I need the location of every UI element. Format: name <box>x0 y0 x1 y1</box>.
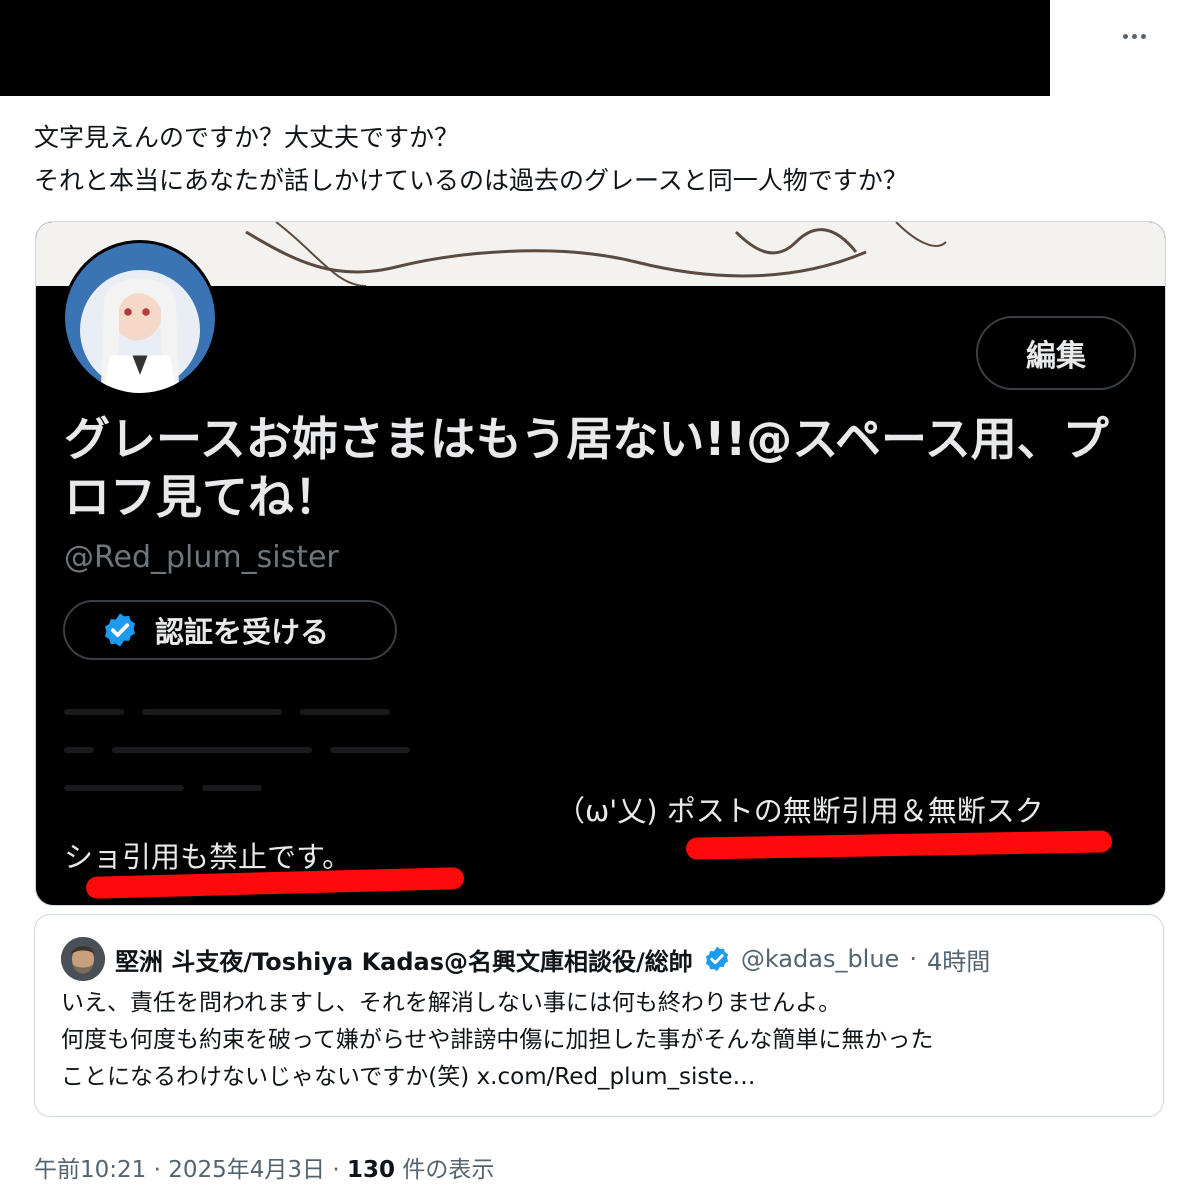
get-verified-label: 認証を受ける <box>155 615 330 649</box>
post-text-line: それと本当にあなたが話しかけているのは過去のグレースと同一人物ですか？ <box>34 166 908 195</box>
get-verified-button[interactable]: 認証を受ける <box>63 600 397 660</box>
edit-profile-button[interactable]: 編集 <box>976 316 1136 390</box>
separator-dot: · <box>332 1157 340 1183</box>
verified-badge-icon <box>705 946 728 972</box>
profile-avatar <box>62 240 218 396</box>
quoted-text-line: ことになるわけないじゃないですか(笑) x.com/Red_plum_siste… <box>61 1064 756 1090</box>
more-options-icon[interactable] <box>1112 18 1156 54</box>
obscured-bio-text <box>64 700 1124 791</box>
quoted-text-line: 何度も何度も約束を破って嫌がらせや誹謗中傷に加担した事がそんな簡単に無かった <box>61 1027 934 1053</box>
profile-handle: @Red_plum_sister <box>64 540 339 575</box>
views-label: 件の表示 <box>402 1157 495 1183</box>
profile-display-name: グレースお姉さまはもう居ない!!@スペース用、プロフ見てね！ <box>64 412 1109 524</box>
post-time[interactable]: 午前10:21 <box>34 1157 146 1183</box>
bio-text-line: ショ引用も禁止です。 <box>64 840 352 874</box>
bio-text-line: （ω'乂) ポストの無断引用＆無断スク <box>556 794 1044 828</box>
separator-dot: · <box>153 1157 161 1183</box>
view-count: 130 <box>346 1157 395 1183</box>
red-underline-mark <box>685 830 1113 860</box>
quoted-author-avatar <box>61 937 105 981</box>
post-text: 文字見えんのですか？大丈夫ですか？ それと本当にあなたが話しかけているのは過去の… <box>34 116 1164 202</box>
quoted-author-handle: @kadas_blue <box>740 945 900 973</box>
verified-badge-icon <box>104 613 136 647</box>
quoted-author-name[interactable]: 堅洲 斗支夜/Toshiya Kadas@名興文庫相談役/総帥 <box>115 942 693 977</box>
quoted-post[interactable]: 堅洲 斗支夜/Toshiya Kadas@名興文庫相談役/総帥 @kadas_b… <box>34 914 1164 1117</box>
separator-dot: · <box>909 945 917 973</box>
post-date[interactable]: 2025年4月3日 <box>168 1157 325 1183</box>
redacted-header <box>0 0 1050 96</box>
quoted-post-header: 堅洲 斗支夜/Toshiya Kadas@名興文庫相談役/総帥 @kadas_b… <box>61 937 990 981</box>
post-meta: 午前10:21 · 2025年4月3日 · 130 件の表示 <box>34 1150 494 1184</box>
quoted-post-time[interactable]: 4時間 <box>927 942 990 977</box>
post-text-line: 文字見えんのですか？大丈夫ですか？ <box>34 123 460 152</box>
quoted-text-line: いえ、責任を問われますし、それを解消しない事には何も終わりませんよ。 <box>61 990 842 1016</box>
quoted-post-text: いえ、責任を問われますし、それを解消しない事には何も終わりませんよ。 何度も何度… <box>61 985 1141 1096</box>
attached-screenshot[interactable]: 編集 グレースお姉さまはもう居ない!!@スペース用、プロフ見てね！ @Red_p… <box>35 221 1166 906</box>
